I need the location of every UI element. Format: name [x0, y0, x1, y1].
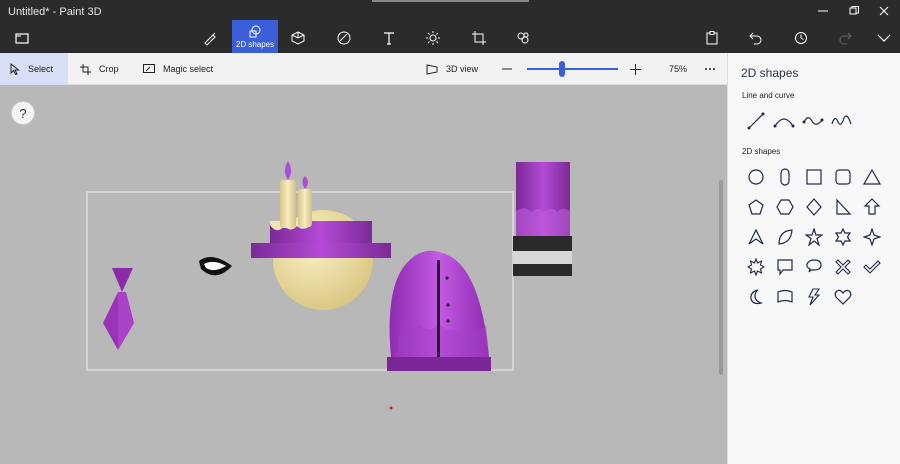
- magic-select-label: Magic select: [163, 64, 214, 74]
- 2d-shapes-icon: [249, 25, 261, 37]
- check-icon[interactable]: [859, 254, 885, 280]
- restore-button[interactable]: [839, 0, 869, 22]
- paste-button[interactable]: [699, 26, 725, 50]
- crop-icon: [80, 63, 91, 75]
- diamond-icon[interactable]: [801, 194, 827, 220]
- heart-icon[interactable]: [830, 284, 856, 310]
- menu-button[interactable]: [9, 26, 35, 50]
- title-bar: Untitled* - Paint 3D 2D shapes: [0, 0, 900, 53]
- speech-rect-icon[interactable]: [772, 254, 798, 280]
- history-icon: [795, 32, 807, 44]
- top-hat-shape: [513, 162, 572, 276]
- drag-handle[interactable]: [372, 0, 529, 2]
- tool-2d-shapes[interactable]: 2D shapes: [232, 20, 278, 53]
- tool-3d-library[interactable]: [501, 22, 545, 53]
- text-icon: [384, 31, 394, 45]
- more-options-button[interactable]: [704, 53, 724, 85]
- zoom-slider-thumb[interactable]: [558, 61, 565, 77]
- zoom-in-button[interactable]: [630, 53, 649, 85]
- canvas-icon: [472, 30, 486, 45]
- zoom-slider[interactable]: [527, 68, 618, 70]
- wave-icon[interactable]: [800, 108, 826, 134]
- pill-icon[interactable]: [772, 164, 798, 190]
- lightning-icon[interactable]: [801, 284, 827, 310]
- zoom-level[interactable]: 75%: [669, 53, 687, 85]
- tool-3d-shapes[interactable]: [276, 22, 320, 53]
- folder-icon: [15, 33, 29, 44]
- leaf-icon[interactable]: [772, 224, 798, 250]
- red-dot: [389, 406, 393, 410]
- undo-button[interactable]: [743, 26, 769, 50]
- magic-select-icon: [143, 63, 155, 73]
- moon-icon[interactable]: [743, 284, 769, 310]
- line-icon[interactable]: [743, 108, 769, 134]
- zoom-out-button[interactable]: [502, 53, 520, 85]
- burst-icon[interactable]: [743, 254, 769, 280]
- brush-icon: [204, 32, 216, 46]
- redo-button[interactable]: [832, 26, 858, 50]
- select-button[interactable]: Select: [0, 53, 68, 85]
- shapes-panel: 2D shapes Line and curve 2D shapes: [727, 53, 900, 464]
- workspace[interactable]: ?: [0, 85, 727, 464]
- cube-icon: [291, 30, 305, 45]
- undo-icon: [749, 32, 762, 45]
- circle-icon[interactable]: [743, 164, 769, 190]
- tool-canvas[interactable]: [457, 22, 501, 53]
- 3d-view-label: 3D view: [446, 64, 479, 74]
- tool-brushes[interactable]: [188, 22, 232, 53]
- right-triangle-icon[interactable]: [830, 194, 856, 220]
- star5-icon[interactable]: [801, 224, 827, 250]
- drawing-canvas[interactable]: [0, 85, 727, 464]
- 3d-library-icon: [517, 32, 529, 43]
- plus-icon: [630, 63, 641, 75]
- tool-2d-shapes-label: 2D shapes: [235, 39, 275, 49]
- redo-icon: [839, 32, 852, 45]
- hexagon-icon[interactable]: [772, 194, 798, 220]
- minus-icon: [502, 68, 512, 70]
- close-button[interactable]: [869, 0, 899, 22]
- arrow-triangle-icon[interactable]: [743, 224, 769, 250]
- square-icon[interactable]: [801, 164, 827, 190]
- magic-select-button[interactable]: Magic select: [143, 53, 213, 85]
- expand-button[interactable]: [871, 26, 897, 50]
- speech-oval-icon[interactable]: [801, 254, 827, 280]
- triangle-icon[interactable]: [859, 164, 885, 190]
- pentagon-icon[interactable]: [743, 194, 769, 220]
- select-label: Select: [28, 64, 54, 74]
- window-title: Untitled* - Paint 3D: [8, 6, 102, 18]
- cursor-icon: [10, 63, 20, 75]
- star6-icon[interactable]: [830, 224, 856, 250]
- sticker-icon: [337, 31, 351, 44]
- crop-label: Crop: [99, 64, 119, 74]
- multi-curve-icon[interactable]: [829, 108, 855, 134]
- more-icon: [705, 68, 715, 70]
- curve-icon[interactable]: [771, 108, 797, 134]
- minimize-button[interactable]: [808, 0, 838, 22]
- panel-title: 2D shapes: [741, 66, 799, 80]
- effects-icon: [426, 30, 440, 45]
- star4-icon[interactable]: [859, 224, 885, 250]
- history-button[interactable]: [788, 26, 814, 50]
- 3d-view-button[interactable]: 3D view: [426, 53, 478, 85]
- arrow-up-icon[interactable]: [859, 194, 885, 220]
- line-section-title: Line and curve: [742, 91, 795, 100]
- selection-toolbar: Select Crop Magic select 3D view 75%: [0, 53, 727, 85]
- paste-icon: [706, 31, 718, 45]
- flag-icon[interactable]: [772, 284, 798, 310]
- rounded-square-icon[interactable]: [830, 164, 856, 190]
- cross-icon[interactable]: [830, 254, 856, 280]
- 3d-view-icon: [426, 63, 438, 75]
- chevron-down-icon: [877, 34, 891, 42]
- tool-stickers[interactable]: [322, 22, 366, 53]
- crop-button[interactable]: Crop: [80, 53, 119, 85]
- tool-text[interactable]: [367, 22, 411, 53]
- tool-effects[interactable]: [411, 22, 455, 53]
- shapes-section-title: 2D shapes: [742, 147, 781, 156]
